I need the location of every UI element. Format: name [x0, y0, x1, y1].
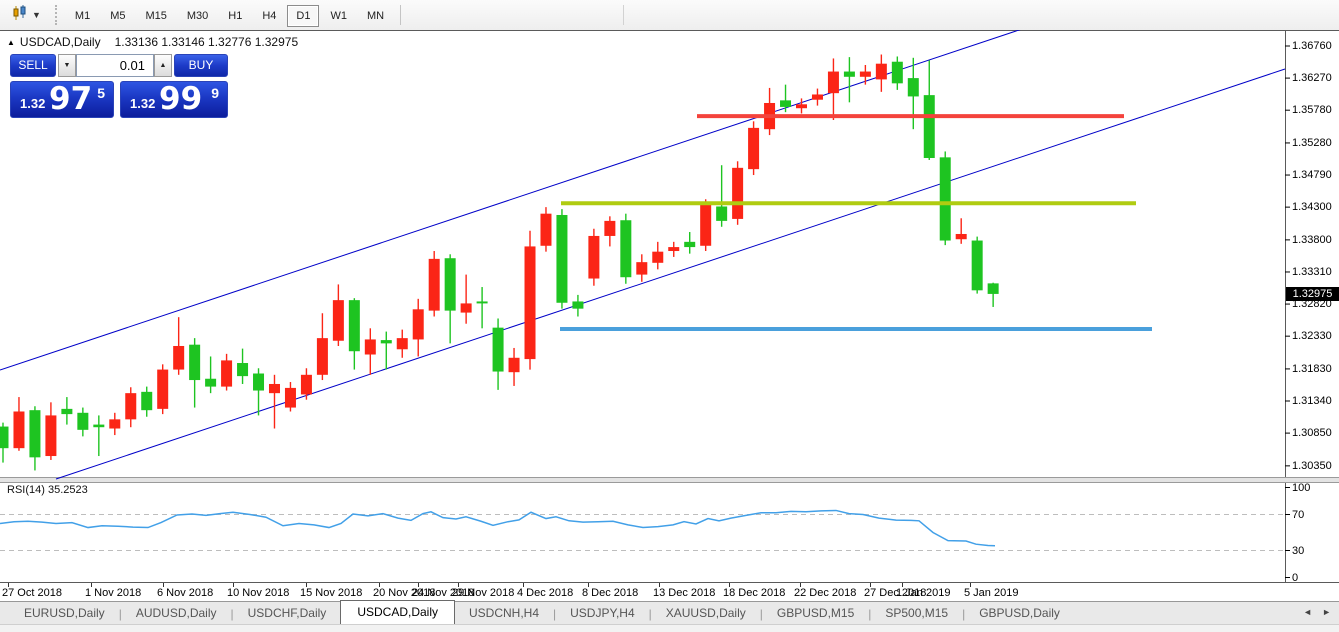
- sell-price-prefix: 1.32: [20, 96, 45, 111]
- date-label: 27 Oct 2018: [2, 587, 62, 599]
- rsi-indicator-label: RSI(14) 35.2523: [7, 484, 88, 496]
- timeframe-button-m15[interactable]: M15: [136, 5, 175, 27]
- time-axis[interactable]: 27 Oct 2018 1 Nov 2018 6 Nov 2018 10 Nov 20…: [0, 583, 1285, 601]
- panel-splitter[interactable]: [0, 478, 1339, 482]
- timeframe-button-h1[interactable]: H1: [219, 5, 251, 27]
- timeframe-toolbar: ▼ M1M5M15M30H1H4D1W1MN: [0, 0, 1339, 31]
- buy-price-pip-digit: 9: [211, 85, 219, 101]
- date-label: 18 Dec 2018: [723, 587, 785, 599]
- chevron-down-icon: ▼: [32, 10, 41, 20]
- rsi-axis-label: 100: [1292, 481, 1310, 495]
- price-axis-label: 1.33310: [1292, 265, 1332, 279]
- price-axis-label: 1.36270: [1292, 71, 1332, 85]
- collapse-triangle-icon[interactable]: ▲: [7, 38, 15, 47]
- current-price-tag: 1.32975: [1286, 287, 1339, 301]
- price-axis-label: 1.33800: [1292, 233, 1332, 247]
- date-label: 13 Dec 2018: [653, 587, 715, 599]
- tab-gbpusd[interactable]: GBPUSD,Daily: [965, 603, 1074, 624]
- rsi-axis-label: 0: [1292, 571, 1298, 585]
- date-label: 6 Nov 2018: [157, 587, 213, 599]
- tab-scroll-right-icon[interactable]: ►: [1322, 607, 1331, 617]
- timeframe-button-m1[interactable]: M1: [66, 5, 99, 27]
- toolbar-separator-2: [623, 5, 624, 25]
- timeframe-button-mn[interactable]: MN: [358, 5, 393, 27]
- toolbar-drag-handle[interactable]: [55, 5, 57, 25]
- date-label: 8 Dec 2018: [582, 587, 638, 599]
- rsi-axis-label: 70: [1292, 508, 1304, 522]
- price-axis-label: 1.32330: [1292, 329, 1332, 343]
- timeframe-buttons: M1M5M15M30H1H4D1W1MN: [65, 6, 394, 24]
- timeframe-button-d1[interactable]: D1: [287, 5, 319, 27]
- one-click-trading-panel: SELL ▼ 0.01 ▲ BUY 1.32 97 5 1.32 99 9: [8, 50, 230, 118]
- tab-eurusd[interactable]: EURUSD,Daily: [10, 603, 119, 624]
- chart-ohlc-values: 1.33136 1.33146 1.32776 1.32975: [115, 35, 299, 49]
- sell-button[interactable]: SELL: [10, 54, 56, 77]
- tab-usdjpy[interactable]: USDJPY,H4: [556, 603, 648, 624]
- tab-usdcad[interactable]: USDCAD,Daily: [340, 600, 455, 624]
- price-axis-label: 1.30850: [1292, 426, 1332, 440]
- tab-gbpusd[interactable]: GBPUSD,M15: [763, 603, 868, 624]
- price-axis-label: 1.31830: [1292, 362, 1332, 376]
- rsi-line: [0, 510, 995, 545]
- date-label: 29 Nov 2018: [452, 587, 514, 599]
- buy-button[interactable]: BUY: [174, 54, 228, 77]
- timeframe-button-m30[interactable]: M30: [178, 5, 217, 27]
- date-label: 10 Nov 2018: [227, 587, 289, 599]
- tab-audusd[interactable]: AUDUSD,Daily: [122, 603, 231, 624]
- tab-xauusd[interactable]: XAUUSD,Daily: [652, 603, 760, 624]
- date-label: 5 Jan 2019: [964, 587, 1018, 599]
- date-label: 4 Dec 2018: [517, 587, 573, 599]
- date-label: 22 Dec 2018: [794, 587, 856, 599]
- sell-price-button[interactable]: 1.32 97 5: [10, 81, 114, 118]
- date-label: 15 Nov 2018: [300, 587, 362, 599]
- tab-sp500[interactable]: SP500,M15: [871, 603, 962, 624]
- rsi-axis-label: 30: [1292, 544, 1304, 558]
- date-label: 1 Nov 2018: [85, 587, 141, 599]
- rsi-panel: [0, 488, 1290, 578]
- timeframe-button-w1[interactable]: W1: [321, 5, 356, 27]
- horizontal-level-lines[interactable]: [560, 116, 1152, 329]
- tab-scroll-left-icon[interactable]: ◄: [1303, 607, 1312, 617]
- volume-input[interactable]: 0.01: [76, 54, 154, 77]
- sell-price-big-digits: 97: [49, 81, 92, 117]
- price-axis-label: 1.30350: [1292, 459, 1332, 473]
- price-axis-label: 1.35280: [1292, 136, 1332, 150]
- toolbar-separator: [400, 5, 401, 25]
- buy-price-big-digits: 99: [159, 81, 202, 117]
- price-axis-label: 1.34790: [1292, 168, 1332, 182]
- candlestick-chart-icon: [12, 5, 28, 26]
- date-label: 1 Jan 2019: [896, 587, 950, 599]
- timeframe-button-m5[interactable]: M5: [101, 5, 134, 27]
- tab-scroll-arrows: ◄ ►: [1303, 607, 1331, 617]
- buy-price-prefix: 1.32: [130, 96, 155, 111]
- chart-type-button[interactable]: ▼: [8, 3, 45, 28]
- tab-usdchf[interactable]: USDCHF,Daily: [234, 603, 341, 624]
- price-axis-label: 1.36760: [1292, 39, 1332, 53]
- price-axis-label: 1.34300: [1292, 200, 1332, 214]
- price-axis-label: 1.31340: [1292, 394, 1332, 408]
- timeframe-button-h4[interactable]: H4: [253, 5, 285, 27]
- price-axis-label: 1.35780: [1292, 103, 1332, 117]
- tab-usdcnh[interactable]: USDCNH,H4: [455, 603, 553, 624]
- chart-title: ▲ USDCAD,Daily 1.33136 1.33146 1.32776 1…: [7, 35, 298, 49]
- buy-price-button[interactable]: 1.32 99 9: [120, 81, 228, 118]
- volume-decrease-button[interactable]: ▼: [58, 54, 76, 77]
- chart-tab-bar: EURUSD,Daily|AUDUSD,Daily|USDCHF,DailyUS…: [0, 601, 1339, 624]
- sell-price-pip-digit: 5: [97, 85, 105, 101]
- volume-increase-button[interactable]: ▲: [154, 54, 172, 77]
- chart-symbol-label: USDCAD,Daily: [20, 35, 101, 49]
